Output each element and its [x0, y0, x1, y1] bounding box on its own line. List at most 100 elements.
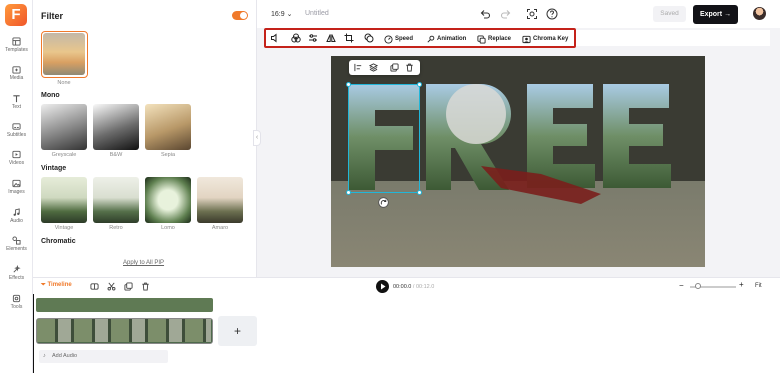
panel-title: Filter: [41, 11, 64, 21]
apply-to-all-link[interactable]: Apply to All PIP: [123, 260, 164, 266]
add-audio-label: Add Audio: [52, 353, 78, 359]
flip-icon[interactable]: [326, 33, 336, 43]
total-time: 00:12.0: [415, 284, 435, 290]
filter-retro[interactable]: [93, 177, 139, 223]
filter-toggle[interactable]: [232, 11, 248, 20]
playhead[interactable]: [33, 294, 34, 373]
scissors-icon[interactable]: [107, 282, 116, 291]
screenshot-icon[interactable]: [526, 8, 538, 20]
clip-toolbar: Speed Animation Replace Chroma Key: [264, 28, 576, 48]
sidebar-item-label: Videos: [8, 160, 25, 166]
resize-handle[interactable]: [417, 82, 422, 87]
align-icon[interactable]: [354, 63, 363, 72]
copy-icon[interactable]: [124, 282, 133, 291]
layers-icon[interactable]: [369, 63, 378, 72]
sidebar-item-elements[interactable]: Elements: [0, 235, 33, 261]
sidebar-item-tools[interactable]: Tools: [0, 293, 33, 319]
background-icon[interactable]: [364, 33, 374, 43]
sidebar-item-subtitles[interactable]: Subtitles: [0, 121, 33, 147]
music-note-icon: ♪: [43, 353, 46, 359]
crop-icon[interactable]: [344, 33, 354, 43]
speed-label: Speed: [395, 36, 414, 42]
sidebar-item-templates[interactable]: Templates: [0, 36, 33, 62]
filter-none[interactable]: [41, 31, 88, 78]
replace-button[interactable]: Replace: [477, 32, 511, 46]
images-icon: [12, 179, 21, 188]
export-button[interactable]: Export →: [693, 5, 738, 24]
subtitles-icon: [12, 123, 21, 130]
zoom-slider-thumb[interactable]: [695, 283, 701, 289]
clip-filmstrip: [37, 319, 211, 342]
resize-handle[interactable]: [417, 190, 422, 195]
sidebar-item-audio[interactable]: Audio: [0, 207, 33, 233]
section-title: Mono: [41, 92, 60, 99]
play-icon: [381, 283, 386, 290]
video-track-clip[interactable]: [36, 298, 213, 312]
filter-icon[interactable]: [291, 33, 301, 43]
aspect-ratio-select[interactable]: 16:9 ⌄: [271, 10, 292, 18]
resize-handle[interactable]: [346, 82, 351, 87]
filter-sepia[interactable]: [145, 104, 191, 150]
section-title: Chromatic: [41, 238, 76, 245]
fit-button[interactable]: Fit: [755, 283, 762, 289]
collapse-panel-button[interactable]: ‹: [253, 130, 261, 146]
sidebar-item-effects[interactable]: Effects: [0, 264, 33, 290]
zoom-out-button[interactable]: −: [679, 281, 684, 290]
export-label: Export: [699, 11, 723, 18]
templates-icon: [12, 37, 21, 46]
filter-greyscale[interactable]: [41, 104, 87, 150]
sidebar-item-label: Elements: [6, 246, 27, 252]
speed-button[interactable]: Speed: [384, 32, 413, 46]
add-clip-button[interactable]: +: [218, 316, 257, 346]
arrow-right-icon: →: [724, 11, 732, 18]
filter-panel: Filter None Mono Greyscale B&W Sepia Vin…: [33, 0, 257, 277]
trash-icon[interactable]: [141, 282, 150, 291]
aspect-ratio-value: 16:9: [271, 11, 285, 18]
sidebar-item-media[interactable]: Media: [0, 64, 33, 90]
sidebar-item-images[interactable]: Images: [0, 178, 33, 204]
speed-icon: [384, 34, 393, 44]
filter-bw[interactable]: [93, 104, 139, 150]
time-display: 00:00.0 / 00:12.0: [393, 284, 434, 290]
chevron-down-icon: ⌄: [286, 11, 293, 18]
help-icon[interactable]: [546, 8, 558, 20]
sidebar-item-videos[interactable]: Videos: [0, 149, 33, 175]
duplicate-icon[interactable]: [390, 63, 399, 72]
filter-lomo[interactable]: [145, 177, 191, 223]
replace-icon: [477, 34, 486, 44]
media-icon: [12, 66, 21, 74]
animation-button[interactable]: Animation: [426, 32, 466, 46]
sidebar-item-label: Templates: [5, 47, 28, 53]
tools-icon: [12, 294, 21, 303]
volume-icon[interactable]: [270, 33, 280, 43]
sidebar-item-label: Tools: [10, 304, 23, 310]
clip-floating-toolbar: [349, 60, 420, 75]
redo-icon[interactable]: [500, 8, 512, 20]
sidebar-item-label: Effects: [8, 275, 25, 281]
resize-handle[interactable]: [346, 190, 351, 195]
avatar[interactable]: [753, 7, 766, 20]
app-logo[interactable]: F: [5, 4, 27, 26]
add-audio-track[interactable]: ♪ Add Audio: [39, 350, 168, 363]
animation-icon: [427, 35, 435, 43]
timeline-toggle[interactable]: ⏷ Timeline: [41, 282, 72, 289]
toolbar-background: [576, 30, 770, 46]
sidebar-item-text[interactable]: Text: [0, 93, 33, 119]
sidebar-item-label: Media: [9, 75, 24, 81]
selection-box[interactable]: [348, 84, 420, 193]
split-clip-icon[interactable]: [90, 282, 99, 291]
rotate-icon[interactable]: [378, 197, 389, 208]
undo-icon[interactable]: [479, 8, 491, 20]
filter-amaro[interactable]: [197, 177, 243, 223]
chroma-key-button[interactable]: Chroma Key: [522, 32, 568, 46]
filter-vintage[interactable]: [41, 177, 87, 223]
zoom-in-button[interactable]: +: [739, 280, 744, 289]
timeline-panel: ⏷ Timeline 00:00.0 / 00:12.0 − + Fit + ♪…: [33, 277, 780, 373]
delete-icon[interactable]: [405, 63, 414, 72]
adjust-icon[interactable]: [308, 33, 318, 43]
project-name[interactable]: Untitled: [305, 10, 329, 17]
main-track-clip[interactable]: [36, 318, 213, 344]
play-button[interactable]: [376, 280, 389, 293]
sidebar-item-label: Subtitles: [6, 132, 27, 138]
saved-status: Saved: [653, 6, 686, 22]
